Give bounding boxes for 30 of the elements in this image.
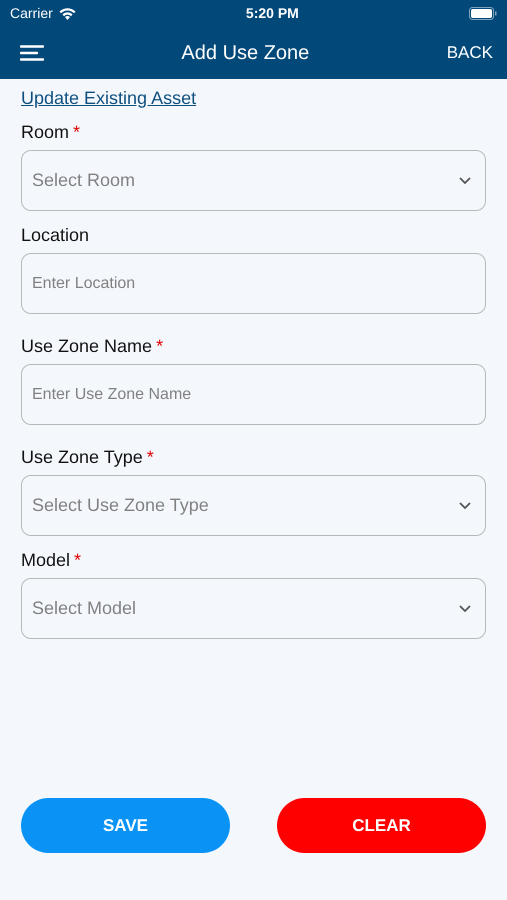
back-button[interactable]: BACK <box>446 40 493 66</box>
carrier-label: Carrier <box>10 4 53 23</box>
select-field[interactable]: Select Use Zone Type <box>21 475 486 536</box>
chevron-down-icon <box>459 604 471 612</box>
menu-icon[interactable] <box>20 45 44 61</box>
select-field[interactable]: Select Room <box>21 150 486 211</box>
update-asset-link[interactable]: Update Existing Asset <box>21 85 196 112</box>
field-label: Room <box>21 120 70 144</box>
select-placeholder: Select Room <box>32 169 136 192</box>
input-field[interactable]: Enter Use Zone Name <box>21 364 486 425</box>
required-mark: * <box>74 548 82 572</box>
chevron-down-icon <box>459 176 471 184</box>
page-title: Add Use Zone <box>181 41 310 66</box>
input-field[interactable]: Enter Location <box>21 253 486 314</box>
battery-icon <box>468 7 497 20</box>
field-label: Use Zone Type <box>21 446 143 469</box>
select-placeholder: Select Model <box>32 597 136 620</box>
required-mark: * <box>156 334 164 358</box>
action-button[interactable]: CLEAR <box>277 798 486 853</box>
chevron-down-icon <box>459 502 471 510</box>
field-label: Location <box>21 224 90 246</box>
field-label: Use Zone Name <box>21 334 152 358</box>
wifi-icon <box>58 8 76 20</box>
field-label: Model <box>21 548 70 572</box>
status-time: 5:20 PM <box>246 4 299 23</box>
select-placeholder: Select Use Zone Type <box>32 494 209 517</box>
select-field[interactable]: Select Model <box>21 578 486 639</box>
required-mark: * <box>73 120 80 144</box>
required-mark: * <box>146 446 154 468</box>
action-button[interactable]: SAVE <box>21 798 230 853</box>
